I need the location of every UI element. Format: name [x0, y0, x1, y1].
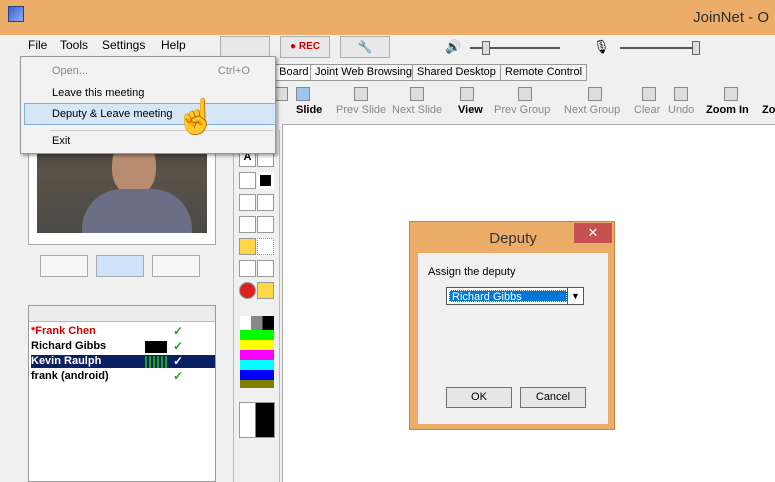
participant-row[interactable]: Richard Gibbs ✓ — [31, 340, 215, 353]
participant-name: Richard Gibbs — [31, 340, 107, 352]
app-icon — [8, 6, 24, 22]
rectangle-tool-icon[interactable] — [239, 172, 256, 189]
deputy-select[interactable]: Richard Gibbs ▼ — [446, 287, 584, 305]
highlight-text-tool-icon[interactable] — [239, 238, 256, 255]
slide-icon[interactable] — [296, 87, 310, 101]
tab-shared-desktop[interactable]: Shared Desktop — [412, 64, 501, 81]
color-swatches[interactable] — [240, 330, 274, 388]
wb-zoom-in[interactable]: Zoom In — [706, 104, 749, 116]
tab-joint-web-browsing[interactable]: Joint Web Browsing — [310, 64, 418, 81]
wb-zoom-out[interactable]: Zo — [762, 104, 775, 116]
menu-tools[interactable]: Tools — [60, 38, 88, 52]
window-title: JoinNet - O — [693, 9, 769, 26]
zoom-in-icon[interactable] — [724, 87, 738, 101]
check-icon: ✓ — [173, 354, 184, 368]
wb-view[interactable]: View — [458, 104, 483, 116]
participant-row-selected[interactable]: Kevin Raulph ✓ — [31, 355, 215, 368]
mic-volume-slider[interactable] — [620, 47, 700, 49]
filled-ellipse-tool-icon[interactable] — [257, 194, 274, 211]
audio-level-bar — [145, 356, 167, 368]
participant-name: frank (android) — [31, 370, 109, 382]
menu-icon[interactable] — [274, 87, 288, 101]
filled-polygon-tool-icon[interactable] — [257, 216, 274, 233]
drawing-tools-panel: A — [233, 130, 280, 482]
menu-file[interactable]: File — [28, 38, 47, 52]
undo-icon[interactable] — [674, 87, 688, 101]
ok-button[interactable]: OK — [446, 387, 512, 408]
menu-item-open[interactable]: Open... — [52, 65, 88, 77]
menu-separator — [49, 130, 273, 131]
wb-next-group[interactable]: Next Group — [564, 104, 620, 116]
tab-remote-control[interactable]: Remote Control — [500, 64, 588, 81]
polygon-tool-icon[interactable] — [239, 216, 256, 233]
menu-item-exit[interactable]: Exit — [52, 135, 70, 147]
video-screen-button[interactable] — [152, 255, 200, 277]
participant-name: Kevin Raulph — [31, 355, 102, 367]
video-person-body — [82, 189, 192, 233]
ellipse-tool-icon[interactable] — [239, 194, 256, 211]
dialog-body: Assign the deputy Richard Gibbs ▼ OK Can… — [418, 253, 608, 424]
deputy-select-value: Richard Gibbs — [449, 290, 567, 303]
presenter-button[interactable] — [220, 36, 270, 58]
participant-name: *Frank Chen — [31, 325, 96, 337]
hand-cursor-icon: ☝ — [175, 98, 218, 136]
top-toolbar: ● REC 🔧 🔊 🎙 — [200, 36, 775, 60]
menu-item-deputy-leave[interactable]: Deputy & Leave meeting — [52, 108, 172, 120]
participant-list: *Frank Chen ✓ Richard Gibbs ✓ Kevin Raul… — [28, 305, 216, 482]
apple-icon[interactable] — [239, 282, 256, 299]
microphone-icon: 🎙 — [593, 39, 610, 54]
close-icon[interactable]: ✕ — [574, 223, 612, 243]
menu-item-leave-meeting[interactable]: Leave this meeting — [52, 87, 144, 99]
next-slide-icon[interactable] — [410, 87, 424, 101]
menu-help[interactable]: Help — [161, 38, 186, 52]
view-icon[interactable] — [460, 87, 474, 101]
eraser-tool-icon[interactable] — [257, 260, 274, 277]
menu-bar: File Tools Settings Help — [10, 36, 192, 56]
menu-settings[interactable]: Settings — [102, 38, 145, 52]
record-button[interactable]: ● REC — [280, 36, 330, 58]
chevron-down-icon[interactable]: ▼ — [567, 288, 583, 304]
stamp-tool-icon[interactable] — [239, 260, 256, 277]
audio-level-bar — [145, 341, 167, 353]
menu-shortcut-open: Ctrl+O — [217, 65, 250, 77]
speaker-volume-thumb[interactable] — [482, 41, 490, 55]
prev-group-icon[interactable] — [518, 87, 532, 101]
participant-row[interactable]: *Frank Chen ✓ — [31, 325, 215, 338]
check-icon: ✓ — [173, 369, 184, 383]
deputy-dialog: Deputy ✕ Assign the deputy Richard Gibbs… — [409, 221, 615, 430]
next-group-icon[interactable] — [588, 87, 602, 101]
wb-prev-slide[interactable]: Prev Slide — [336, 104, 386, 116]
select-tool-icon[interactable] — [257, 238, 274, 255]
video-camera-button[interactable] — [40, 255, 88, 277]
check-icon: ✓ — [173, 324, 184, 338]
cancel-button[interactable]: Cancel — [520, 387, 586, 408]
participant-row[interactable]: frank (android) ✓ — [31, 370, 215, 383]
star-icon[interactable] — [257, 282, 274, 299]
filled-rectangle-tool-icon[interactable] — [257, 172, 274, 189]
wb-slide[interactable]: Slide — [296, 104, 322, 116]
clear-icon[interactable] — [642, 87, 656, 101]
wb-next-slide[interactable]: Next Slide — [392, 104, 442, 116]
title-bar — [0, 0, 775, 35]
speaker-icon: 🔊 — [445, 39, 462, 54]
file-menu-dropdown: Open... Ctrl+O Leave this meeting Deputy… — [20, 56, 276, 154]
video-user-button[interactable] — [96, 255, 144, 277]
assign-deputy-label: Assign the deputy — [428, 266, 516, 278]
participant-list-header — [29, 306, 215, 322]
whiteboard-toolbar: nu Slide Prev Slide Next Slide View Prev… — [260, 84, 775, 124]
color-palette[interactable] — [240, 316, 274, 388]
check-icon: ✓ — [173, 339, 184, 353]
line-width-picker[interactable] — [239, 402, 275, 438]
tab-bar: e Board Joint Web Browsing Shared Deskto… — [260, 62, 775, 82]
wb-undo[interactable]: Undo — [668, 104, 694, 116]
prev-slide-icon[interactable] — [354, 87, 368, 101]
wrench-icon[interactable]: 🔧 — [340, 36, 390, 58]
wb-prev-group[interactable]: Prev Group — [494, 104, 550, 116]
mic-volume-thumb[interactable] — [692, 41, 700, 55]
wb-clear[interactable]: Clear — [634, 104, 660, 116]
